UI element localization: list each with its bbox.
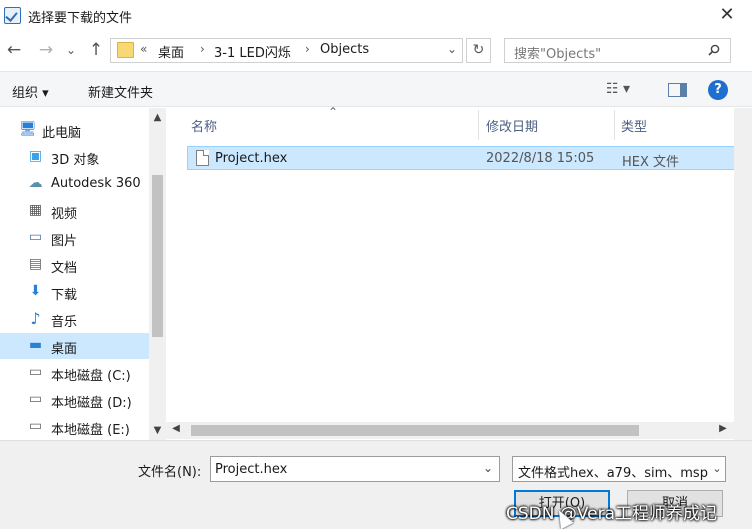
search-placeholder: 搜索"Objects" (514, 47, 602, 62)
scroll-down-icon[interactable]: ▼ (149, 425, 166, 436)
sidebar-item-drive-d[interactable]: ▭ 本地磁盘 (D:) (0, 387, 149, 413)
filename-dropdown-chevron-icon[interactable]: ⌄ (483, 461, 493, 475)
sidebar-item-desktop[interactable]: ▬ 桌面 (0, 333, 149, 359)
sidebar-item-label: 桌面 (51, 342, 78, 357)
music-note-icon: ♪ (30, 309, 41, 328)
sidebar-item-music[interactable]: ♪ 音乐 (0, 306, 149, 332)
sidebar-item-label: Autodesk 360 (51, 176, 141, 191)
watermark: CSDN @Vera工程师养成记 (506, 504, 718, 524)
command-toolbar: 组织 ▾ 新建文件夹 ☷ ▾ ? (0, 71, 752, 107)
drive-icon: ▭ (28, 418, 43, 434)
filter-dropdown-chevron-icon[interactable]: ⌄ (709, 457, 725, 481)
sidebar-item-label: 3D 对象 (51, 153, 100, 168)
sort-ascending-icon: ⌃ (328, 105, 339, 119)
title-bar: 选择要下载的文件 ✕ (0, 0, 752, 32)
organize-menu[interactable]: 组织 ▾ (12, 82, 49, 101)
column-divider[interactable] (614, 110, 615, 140)
cloud-icon: ☁ (28, 175, 43, 191)
sidebar-scrollbar[interactable]: ▲ ▼ (149, 108, 166, 440)
filename-input[interactable]: Project.hex ⌄ (210, 456, 500, 482)
breadcrumb-project-folder[interactable]: 3-1 LED闪烁 (214, 42, 291, 61)
sidebar-item-label: 本地磁盘 (E:) (51, 423, 130, 438)
picture-icon: ▭ (28, 229, 43, 245)
video-icon: ▦ (28, 202, 43, 218)
back-arrow-icon[interactable]: ← (4, 39, 24, 61)
refresh-icon[interactable]: ↻ (466, 38, 491, 63)
breadcrumb-overflow[interactable]: « (140, 42, 147, 56)
file-name: Project.hex (215, 151, 288, 166)
sidebar-item-drive-c[interactable]: ▭ 本地磁盘 (C:) (0, 360, 149, 386)
sidebar-item-label: 下载 (51, 288, 78, 303)
sidebar-item-label: 文档 (51, 261, 78, 276)
bottom-panel: 文件名(N): Project.hex ⌄ 文件格式hex、a79、sim、ms… (0, 440, 752, 529)
up-arrow-icon[interactable]: ↑ (86, 39, 106, 61)
preview-pane-icon[interactable] (668, 83, 687, 97)
sidebar-item-videos[interactable]: ▦ 视频 (0, 198, 149, 224)
file-modified-date: 2022/8/18 15:05 (486, 151, 595, 166)
sidebar-item-documents[interactable]: ▤ 文档 (0, 252, 149, 278)
address-dropdown-chevron-icon[interactable]: ⌄ (447, 42, 457, 56)
forward-arrow-icon[interactable]: → (36, 39, 56, 61)
column-divider[interactable] (478, 110, 479, 140)
sidebar-item-downloads[interactable]: ⬇ 下载 (0, 279, 149, 305)
sidebar-item-label: 图片 (51, 234, 78, 249)
file-icon (196, 150, 209, 166)
sidebar-item-label: 视频 (51, 207, 78, 222)
file-row-project-hex[interactable]: Project.hex 2022/8/18 15:05 HEX 文件 (187, 146, 744, 170)
breadcrumb-separator-icon[interactable]: › (305, 42, 310, 56)
file-list-vertical-scrollbar[interactable] (734, 108, 752, 440)
filename-value: Project.hex (215, 462, 288, 477)
column-header-name[interactable]: 名称 (191, 116, 217, 135)
file-list: ⌃ 名称 修改日期 类型 Project.hex 2022/8/18 15:05… (166, 105, 752, 440)
sidebar-item-label: 此电脑 (42, 126, 82, 141)
breadcrumb-desktop[interactable]: 桌面 (158, 42, 184, 61)
sidebar-item-autodesk-360[interactable]: ☁ Autodesk 360 (0, 171, 149, 197)
document-icon: ▤ (28, 256, 43, 272)
window-title: 选择要下载的文件 (28, 11, 133, 26)
cube-icon: ▣ (28, 148, 43, 164)
file-type-filter-select[interactable]: 文件格式hex、a79、sim、msp ⌄ (512, 456, 726, 482)
horizontal-scroll-thumb[interactable] (191, 425, 639, 436)
drive-icon: ▭ (28, 364, 43, 380)
desktop-icon: ▬ (28, 337, 43, 353)
scroll-right-icon[interactable]: ▶ (717, 423, 729, 434)
file-type: HEX 文件 (622, 155, 680, 170)
help-icon[interactable]: ? (708, 80, 728, 100)
column-header-modified[interactable]: 修改日期 (486, 116, 538, 135)
folder-icon (117, 42, 134, 58)
column-header-type[interactable]: 类型 (621, 116, 647, 135)
drive-icon: ▭ (28, 391, 43, 407)
file-type-filter-value: 文件格式hex、a79、sim、msp (518, 466, 708, 481)
view-options-icon[interactable]: ☷ ▾ (606, 81, 630, 97)
sidebar-scroll-thumb[interactable] (152, 175, 163, 337)
filename-label: 文件名(N): (138, 465, 202, 480)
sidebar-item-label: 音乐 (51, 315, 78, 330)
app-icon (4, 7, 21, 24)
sidebar-item-label: 本地磁盘 (D:) (51, 396, 132, 411)
sidebar-item-pictures[interactable]: ▭ 图片 (0, 225, 149, 251)
sidebar-item-label: 本地磁盘 (C:) (51, 369, 131, 384)
scroll-up-icon[interactable]: ▲ (149, 112, 166, 123)
download-arrow-icon: ⬇ (29, 283, 42, 299)
new-folder-button[interactable]: 新建文件夹 (88, 82, 153, 101)
address-bar[interactable]: « 桌面 › 3-1 LED闪烁 › Objects ⌄ (110, 38, 463, 63)
search-input[interactable]: 搜索"Objects" (504, 38, 731, 63)
sidebar-item-drive-e[interactable]: ▭ 本地磁盘 (E:) (0, 414, 149, 440)
breadcrumb-separator-icon[interactable]: › (200, 42, 205, 56)
sidebar-item-3d-objects[interactable]: ▣ 3D 对象 (0, 144, 149, 170)
scroll-left-icon[interactable]: ◀ (170, 423, 182, 434)
recent-locations-chevron-icon[interactable]: ⌄ (64, 39, 78, 61)
search-icon[interactable] (708, 44, 720, 56)
breadcrumb-objects[interactable]: Objects (320, 42, 369, 57)
navigation-pane: 🖥 此电脑 ▣ 3D 对象 ☁ Autodesk 360 ▦ 视频 ▭ 图片 ▤… (0, 108, 149, 440)
file-list-horizontal-scrollbar[interactable]: ◀ ▶ (166, 422, 734, 439)
computer-icon: 🖥 (19, 121, 37, 137)
close-button[interactable]: ✕ (712, 2, 742, 28)
sidebar-item-this-pc[interactable]: 🖥 此电脑 (0, 117, 149, 143)
